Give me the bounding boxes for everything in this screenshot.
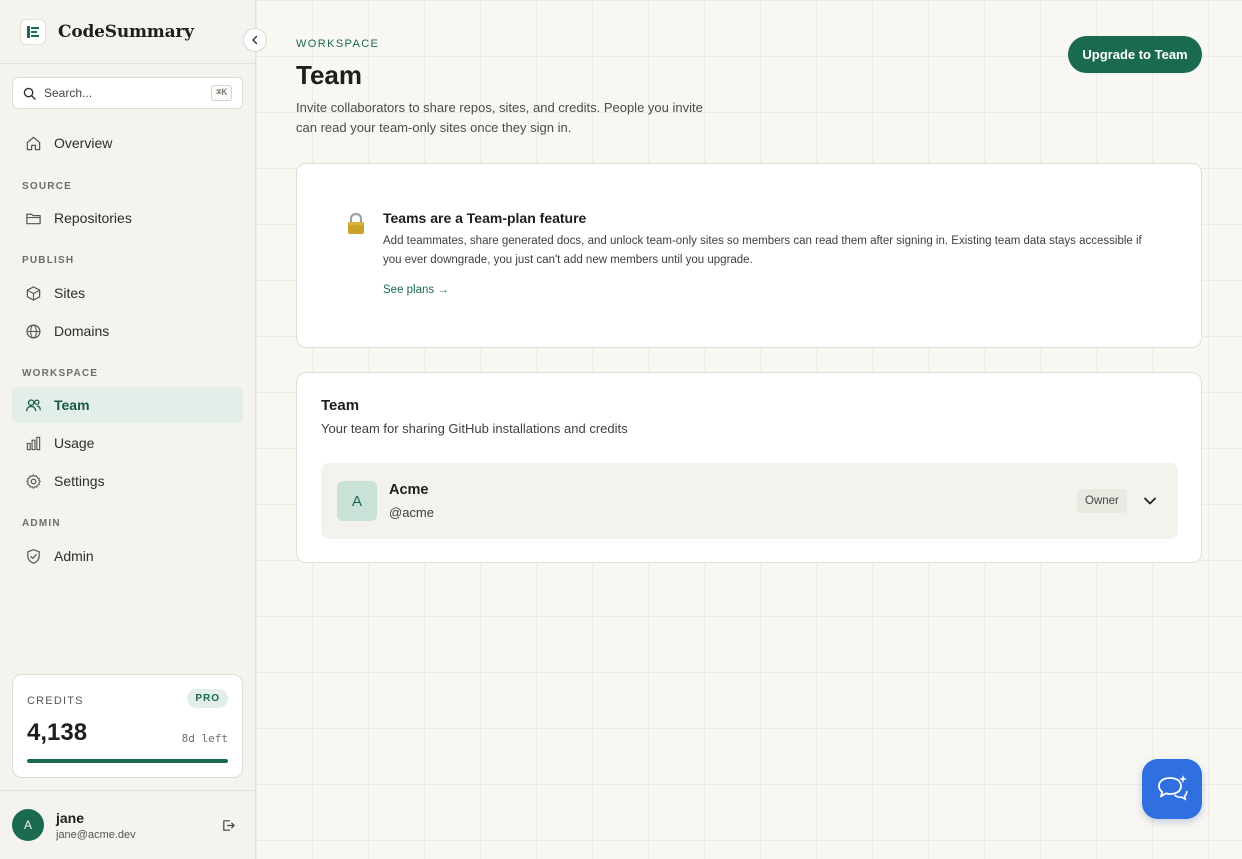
brand-logo-icon <box>20 19 46 45</box>
sidebar-item-label: Settings <box>54 473 105 489</box>
user-divider <box>0 790 255 791</box>
folder-icon <box>26 213 41 224</box>
sidebar-item-sites[interactable]: Sites <box>12 275 243 311</box>
team-card: Team Your team for sharing GitHub instal… <box>296 372 1202 563</box>
sidebar-item-admin[interactable]: Admin <box>12 538 243 574</box>
sidebar-item-label: Domains <box>54 323 110 339</box>
main-content: WORKSPACE Team Invite collaborators to s… <box>256 0 1242 859</box>
see-plans-link[interactable]: See plans → <box>383 284 449 296</box>
sidebar-item-label: Overview <box>54 135 113 151</box>
sidebar-divider <box>0 63 255 64</box>
search-shortcut: ⌘K <box>211 85 232 101</box>
sidebar-item-label: Usage <box>54 435 95 451</box>
chevron-left-icon <box>252 35 258 45</box>
page-title: Team <box>296 60 362 90</box>
logout-button[interactable] <box>218 815 238 835</box>
sidebar-item-team[interactable]: Team <box>12 387 243 423</box>
search-box[interactable]: ⌘K <box>12 77 243 109</box>
cube-icon <box>26 285 41 301</box>
section-label-publish: PUBLISH <box>22 255 75 266</box>
team-section-title: Team <box>321 397 360 414</box>
section-label-workspace: WORKSPACE <box>22 368 99 379</box>
sidebar-item-label: Team <box>54 397 90 413</box>
gate-title: Teams are a Team-plan feature <box>383 210 587 226</box>
globe-icon <box>26 323 41 339</box>
page-description: Invite collaborators to share repos, sit… <box>296 100 703 135</box>
section-label-source: SOURCE <box>22 181 72 192</box>
users-icon <box>26 398 41 411</box>
sidebar: CodeSummary ⌘K Overview SOURCE Repositor… <box>0 0 256 859</box>
user-email: jane@acme.dev <box>56 829 136 841</box>
user-name: jane <box>56 810 85 826</box>
page-eyebrow: WORKSPACE <box>296 38 380 50</box>
bar-chart-icon <box>26 436 41 450</box>
expand-team-button[interactable] <box>1139 490 1161 512</box>
credits-label: CREDITS <box>27 695 84 707</box>
logout-icon <box>222 819 235 831</box>
chevron-down-icon <box>1144 497 1156 505</box>
role-badge: Owner <box>1077 489 1127 513</box>
team-row[interactable]: A Acme @acme Owner <box>321 463 1178 539</box>
plan-gate-card: Teams are a Team-plan feature Add teamma… <box>296 163 1202 348</box>
collapse-sidebar-button[interactable] <box>243 28 267 52</box>
section-label-admin: ADMIN <box>22 518 61 529</box>
team-avatar: A <box>337 481 377 521</box>
sidebar-item-usage[interactable]: Usage <box>12 425 243 461</box>
credits-progress-bar <box>27 759 228 763</box>
sidebar-item-label: Repositories <box>54 210 132 226</box>
sidebar-item-label: Sites <box>54 285 86 301</box>
search-icon <box>23 87 36 100</box>
lock-icon <box>348 212 364 234</box>
plan-badge: PRO <box>187 689 228 708</box>
team-handle: @acme <box>389 505 434 520</box>
sidebar-item-domains[interactable]: Domains <box>12 313 243 349</box>
brand-name: CodeSummary <box>58 22 194 42</box>
credits-card: CREDITS PRO 4,138 8d left <box>12 674 243 778</box>
credits-time-left: 8d left <box>181 732 228 745</box>
sidebar-item-settings[interactable]: Settings <box>12 463 243 499</box>
chat-sparkle-icon <box>1158 775 1188 801</box>
upgrade-to-team-button[interactable]: Upgrade to Team <box>1068 36 1202 73</box>
search-input[interactable] <box>44 86 212 100</box>
gear-icon <box>26 473 41 489</box>
team-section-subtitle: Your team for sharing GitHub installatio… <box>321 421 628 436</box>
chat-support-button[interactable] <box>1142 759 1202 819</box>
sidebar-item-repositories[interactable]: Repositories <box>12 200 243 236</box>
credits-value: 4,138 <box>27 719 88 746</box>
sidebar-item-overview[interactable]: Overview <box>12 125 243 161</box>
brand[interactable]: CodeSummary <box>20 18 194 46</box>
gate-body: Add teammates, share generated docs, and… <box>383 235 1142 266</box>
home-icon <box>26 136 41 150</box>
avatar[interactable]: A <box>12 809 44 841</box>
shield-check-icon <box>27 548 40 564</box>
team-name: Acme <box>389 482 429 498</box>
sidebar-item-label: Admin <box>54 548 94 564</box>
credits-progress-fill <box>27 759 228 763</box>
